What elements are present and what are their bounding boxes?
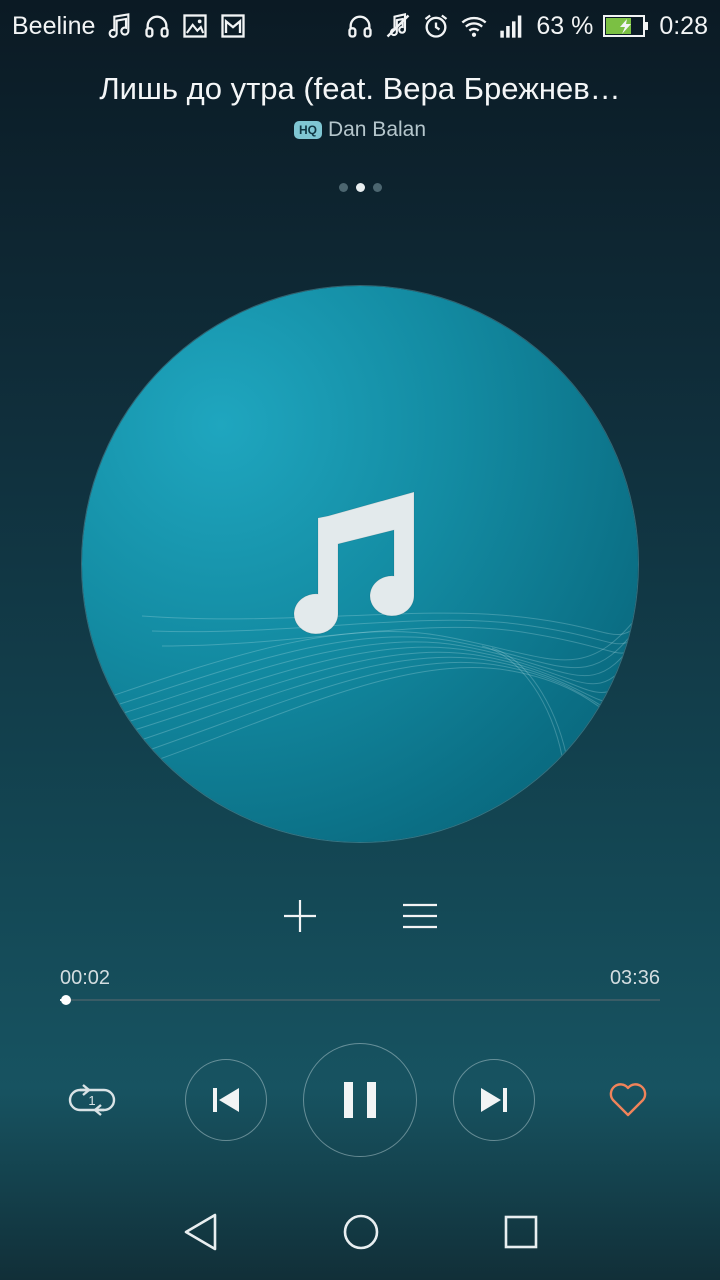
next-button[interactable] [453, 1059, 535, 1141]
add-to-playlist-button[interactable] [270, 886, 330, 946]
skip-next-icon [481, 1088, 507, 1112]
repeat-one-button[interactable]: 1 [62, 1070, 122, 1130]
recents-square-icon [504, 1215, 538, 1249]
previous-button[interactable] [185, 1059, 267, 1141]
mail-icon [219, 12, 247, 40]
pause-icon [344, 1082, 376, 1118]
headphones-icon [143, 12, 171, 40]
battery-percent: 63 % [536, 11, 594, 40]
page-dot[interactable] [372, 183, 382, 192]
plus-icon [284, 900, 316, 932]
image-icon [181, 12, 209, 40]
nav-recents-button[interactable] [491, 1202, 551, 1262]
repeat-one-icon: 1 [68, 1084, 116, 1116]
repeat-badge: 1 [88, 1093, 95, 1108]
nav-back-button[interactable] [171, 1202, 231, 1262]
status-bar: Beeline 63 % 0:28 [0, 0, 720, 52]
music-note-icon [293, 491, 415, 635]
seek-bar[interactable] [60, 995, 660, 1005]
mute-icon [384, 12, 412, 40]
page-indicator[interactable] [0, 183, 720, 192]
album-art[interactable] [82, 286, 638, 842]
alarm-icon [422, 12, 450, 40]
signal-icon [498, 12, 526, 40]
seek-thumb[interactable] [61, 995, 71, 1005]
artist-line: HQ Dan Balan [0, 118, 720, 142]
page-dot-active[interactable] [355, 183, 365, 192]
heart-icon [609, 1083, 647, 1117]
song-title: Лишь до утра (feat. Вера Брежнев… [99, 71, 621, 106]
status-bar-left: Beeline [12, 12, 247, 41]
music-note-icon [105, 12, 133, 40]
favorite-button[interactable] [598, 1070, 658, 1130]
skip-previous-icon [213, 1088, 239, 1112]
status-bar-right: 63 % 0:28 [346, 12, 708, 41]
total-duration: 03:36 [609, 967, 660, 989]
clock: 0:28 [659, 11, 708, 40]
pause-button[interactable] [303, 1043, 417, 1157]
time-row: 00:02 03:36 [60, 967, 660, 990]
headphones-icon [346, 12, 374, 40]
aux-actions [0, 886, 720, 946]
artist-name: Dan Balan [327, 118, 427, 141]
queue-button[interactable] [390, 886, 450, 946]
track-info: Лишь до утра (feat. Вера Брежнев… HQ Dan… [0, 70, 720, 142]
elapsed-time: 00:02 [60, 967, 111, 989]
wifi-icon [460, 12, 488, 40]
nav-home-button[interactable] [331, 1202, 391, 1262]
playback-controls: 1 [0, 1042, 720, 1158]
hq-badge: HQ [293, 121, 322, 139]
back-triangle-icon [184, 1213, 217, 1251]
page-dot[interactable] [338, 183, 348, 192]
list-icon [403, 903, 437, 929]
home-circle-icon [343, 1214, 379, 1250]
carrier-name: Beeline [12, 11, 96, 40]
system-nav-bar [0, 1190, 720, 1280]
battery-charging-icon [603, 14, 649, 38]
